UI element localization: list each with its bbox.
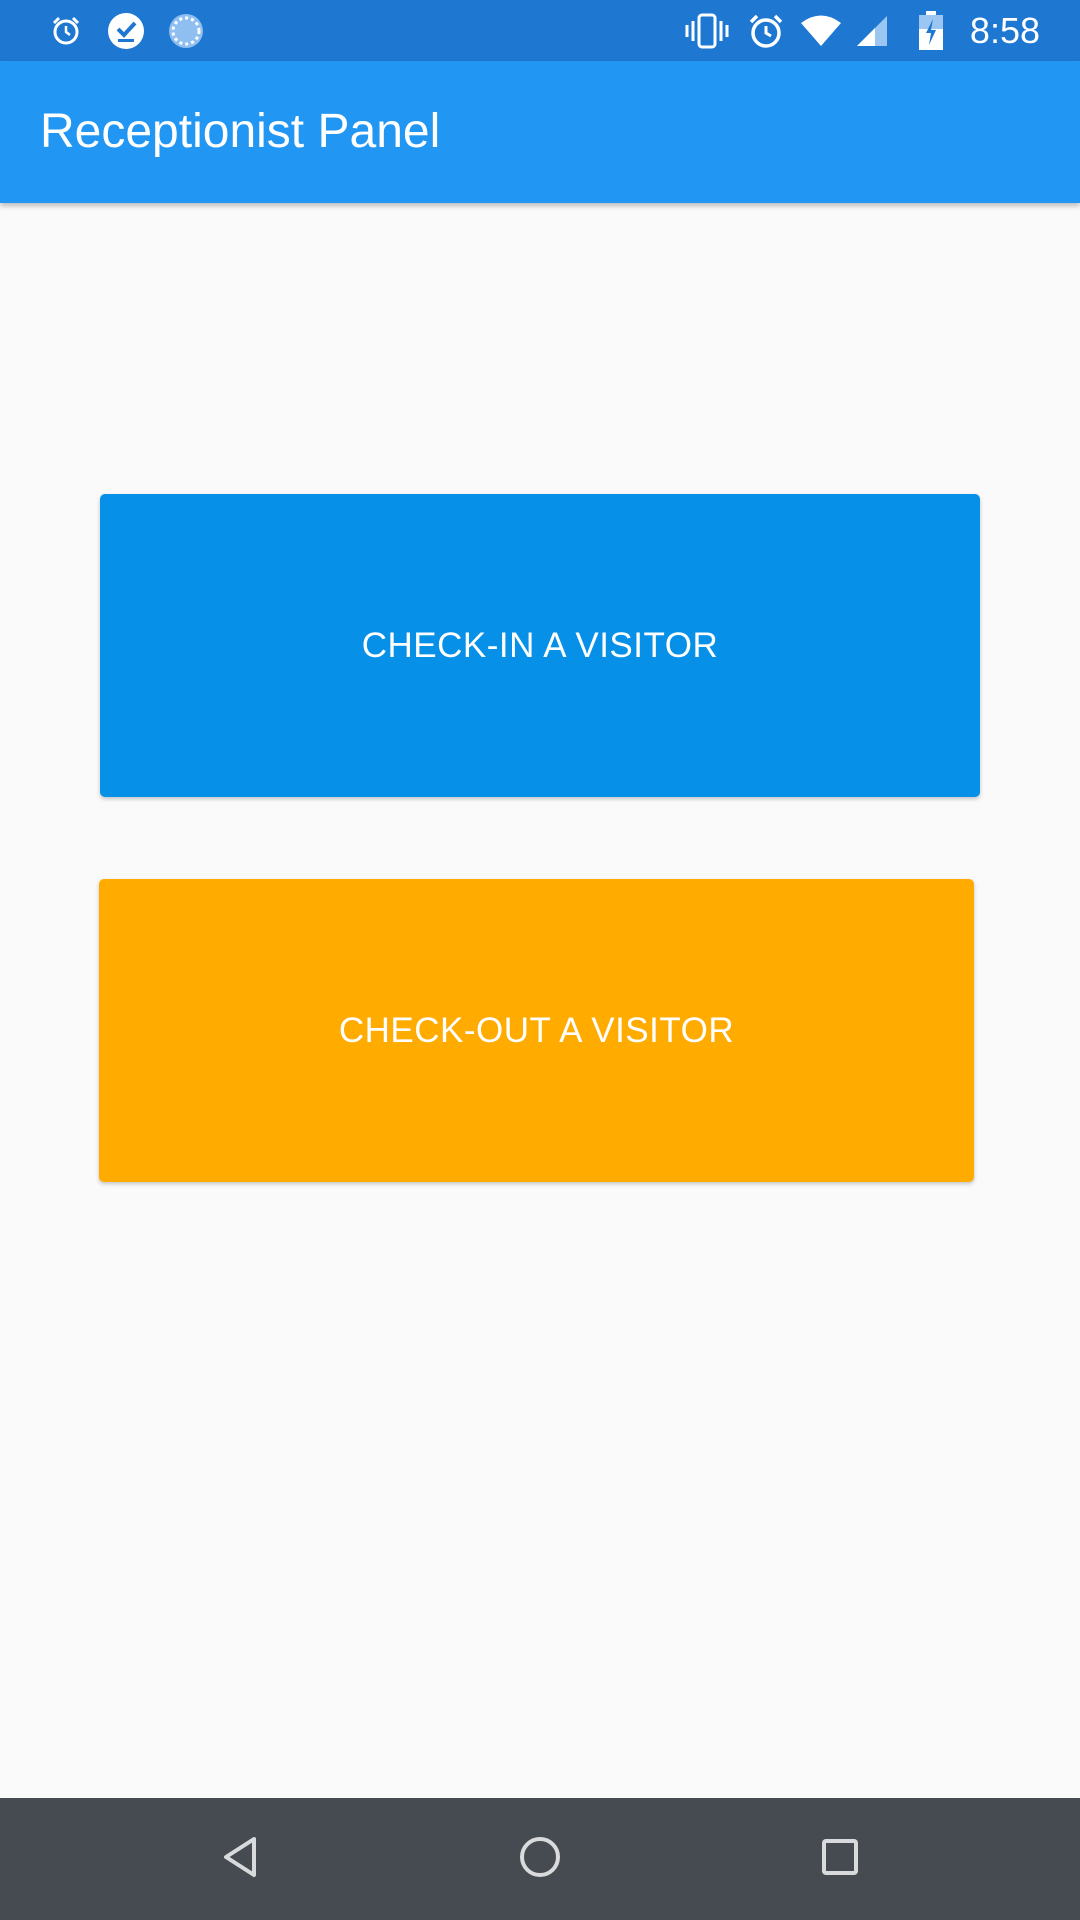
- recents-icon: [820, 1837, 860, 1882]
- app-bar: Receptionist Panel: [0, 61, 1080, 203]
- recents-button[interactable]: [780, 1798, 900, 1920]
- home-icon: [518, 1835, 562, 1884]
- alarm-icon: [746, 0, 786, 61]
- vibrate-icon: [684, 0, 730, 61]
- check-in-visitor-label: CHECK-IN A VISITOR: [361, 625, 719, 665]
- status-bar: 8:58: [0, 0, 1080, 61]
- navigation-bar: [0, 1798, 1080, 1920]
- status-time: 8:58: [969, 10, 1040, 51]
- cellular-signal-icon: [854, 0, 890, 61]
- wifi-icon: [798, 0, 844, 61]
- check-in-visitor-button[interactable]: CHECK-IN A VISITOR: [100, 494, 980, 797]
- check-download-icon: [106, 0, 146, 61]
- battery-charging-icon: [916, 0, 946, 61]
- check-out-visitor-label: CHECK-OUT A VISITOR: [338, 1010, 735, 1050]
- page-title: Receptionist Panel: [40, 105, 441, 158]
- sync-spinner-icon: [166, 0, 206, 61]
- check-out-visitor-button[interactable]: CHECK-OUT A VISITOR: [99, 879, 974, 1182]
- main-content: CHECK-IN A VISITOR CHECK-OUT A VISITOR: [0, 203, 1080, 1798]
- alarm-icon: [48, 0, 84, 61]
- back-icon: [220, 1835, 260, 1884]
- back-button[interactable]: [180, 1798, 300, 1920]
- home-button[interactable]: [480, 1798, 600, 1920]
